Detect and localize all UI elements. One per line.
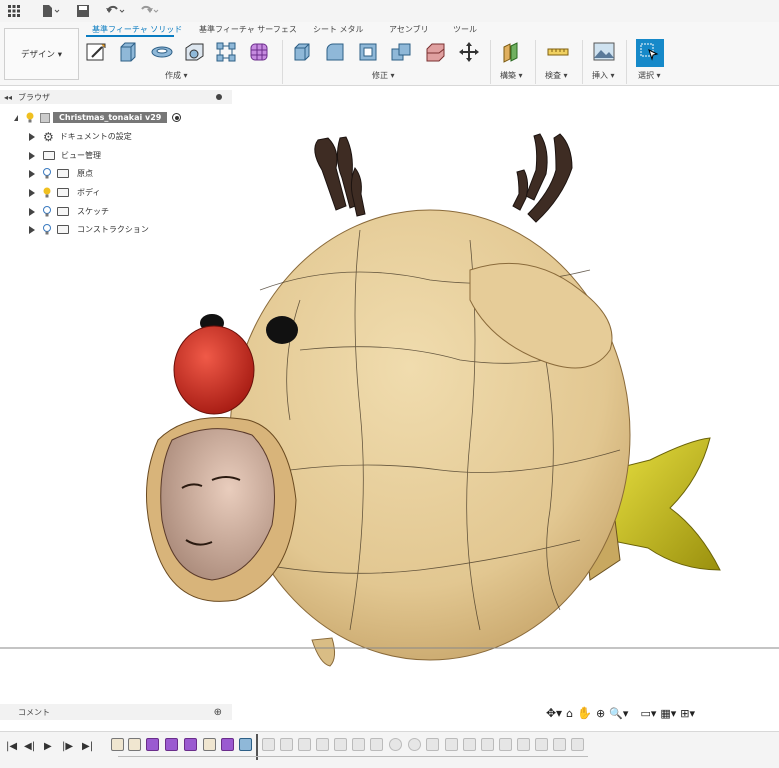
timeline-suppressed-feature[interactable] [553,738,566,751]
eye-right [266,316,298,344]
timeline-suppressed-feature[interactable] [535,738,548,751]
collapse-icon[interactable]: ◂◂ [4,93,12,102]
redo-icon[interactable] [132,0,166,22]
timeline-suppressed-feature[interactable] [463,738,476,751]
move-icon[interactable] [457,40,481,64]
reindeer-body [229,209,631,661]
canvas-viewport[interactable] [0,104,779,700]
timeline-suppressed-feature[interactable] [370,738,383,751]
timeline-suppressed-feature[interactable] [262,738,275,751]
timeline-track [118,756,588,757]
leg-front [311,637,336,667]
go-to-end-icon[interactable]: ▶| [82,741,93,752]
undo-icon[interactable] [98,0,132,22]
press-pull-icon[interactable] [290,40,314,64]
timeline-sketch[interactable] [203,738,216,751]
hole-icon[interactable] [182,40,206,64]
timeline-suppressed-feature[interactable] [445,738,458,751]
split-body-icon[interactable] [423,40,447,64]
pan-icon[interactable]: ✋ [577,706,592,720]
combine-icon[interactable] [389,40,413,64]
pattern-icon[interactable] [214,40,238,64]
timeline-suppressed-feature[interactable] [499,738,512,751]
comment-label: コメント [18,707,50,717]
save-icon[interactable] [68,0,98,22]
insert-image-icon[interactable] [592,40,616,64]
comment-panel: コメント ⊕ [0,704,232,720]
timeline-suppressed-feature[interactable] [352,738,365,751]
timeline: |◀ ◀| ▶ |▶ ▶| [0,731,779,768]
separator [582,40,583,84]
viewports-icon[interactable]: ⊞▾ [680,707,695,720]
file-icon[interactable] [34,0,68,22]
timeline-form[interactable] [165,738,178,751]
form-icon[interactable] [247,40,271,64]
step-back-icon[interactable]: ◀| [24,741,35,752]
group-construct-label[interactable]: 構築 ▾ [500,70,523,81]
timeline-form[interactable] [184,738,197,751]
tab-sheet-metal[interactable]: シート メタル [313,24,364,35]
timeline-feature[interactable] [239,738,252,751]
browser-title: ブラウザ [18,92,51,102]
browser-header: ◂◂ ブラウザ [0,90,232,104]
offset-plane-icon[interactable] [500,40,524,64]
timeline-suppressed-feature[interactable] [517,738,530,751]
create-sketch-icon[interactable] [84,40,108,64]
timeline-suppressed-feature[interactable] [280,738,293,751]
group-inspect-label[interactable]: 検査 ▾ [545,70,568,81]
measure-icon[interactable] [546,40,570,64]
tab-tools[interactable]: ツール [453,24,477,35]
pin-icon[interactable] [216,94,222,100]
look-at-icon[interactable]: ⌂ [566,707,573,720]
navigation-bar: ✥▾ ⌂ ✋ ⊕ 🔍▾ ▭▾ ▦▾ ⊞▾ [546,704,746,722]
revolve-icon[interactable] [150,40,174,64]
timeline-suppressed-feature[interactable] [298,738,311,751]
timeline-suppressed-feature[interactable] [316,738,329,751]
antler-right [512,133,573,223]
zoom-icon[interactable]: ⊕ [596,707,605,720]
timeline-sketch[interactable] [111,738,124,751]
separator [490,40,491,84]
shell-icon[interactable] [356,40,380,64]
timeline-suppressed-feature[interactable] [334,738,347,751]
separator [626,40,627,84]
tab-assembly[interactable]: アセンブリ [389,24,429,35]
group-select-label[interactable]: 選択 ▾ [638,70,661,81]
timeline-suppressed-feature[interactable] [389,738,402,751]
red-nose [173,325,255,415]
select-icon[interactable] [636,39,664,67]
step-forward-icon[interactable]: |▶ [62,741,73,752]
group-create-label[interactable]: 作成 ▾ [165,70,188,81]
separator [282,40,283,84]
timeline-form[interactable] [146,738,159,751]
tab-surface[interactable]: 基準フィーチャ サーフェス [199,24,297,35]
fillet-icon[interactable] [323,40,347,64]
active-tab-indicator [86,35,174,37]
zoom-window-icon[interactable]: 🔍▾ [609,707,628,720]
timeline-suppressed-feature[interactable] [408,738,421,751]
go-to-start-icon[interactable]: |◀ [6,741,17,752]
application-bar [0,0,779,22]
ribbon: デザイン ▾ 基準フィーチャ ソリッド 基準フィーチャ サーフェス シート メタ… [0,22,779,86]
timeline-suppressed-feature[interactable] [481,738,494,751]
group-insert-label[interactable]: 挿入 ▾ [592,70,615,81]
workspace-switcher[interactable]: デザイン ▾ [4,28,79,80]
timeline-form[interactable] [221,738,234,751]
tab-solid[interactable]: 基準フィーチャ ソリッド [92,24,182,35]
antler-left [314,136,366,217]
grid-icon[interactable] [0,0,28,22]
play-icon[interactable]: ▶ [44,741,52,752]
display-settings-icon[interactable]: ▭▾ [640,707,656,720]
timeline-suppressed-feature[interactable] [571,738,584,751]
add-comment-icon[interactable]: ⊕ [214,707,222,718]
orbit-icon[interactable]: ✥▾ [546,706,562,720]
timeline-sketch[interactable] [128,738,141,751]
group-modify-label[interactable]: 修正 ▾ [372,70,395,81]
grid-settings-icon[interactable]: ▦▾ [660,707,676,720]
timeline-suppressed-feature[interactable] [426,738,439,751]
extrude-icon[interactable] [116,40,140,64]
separator [535,40,536,84]
